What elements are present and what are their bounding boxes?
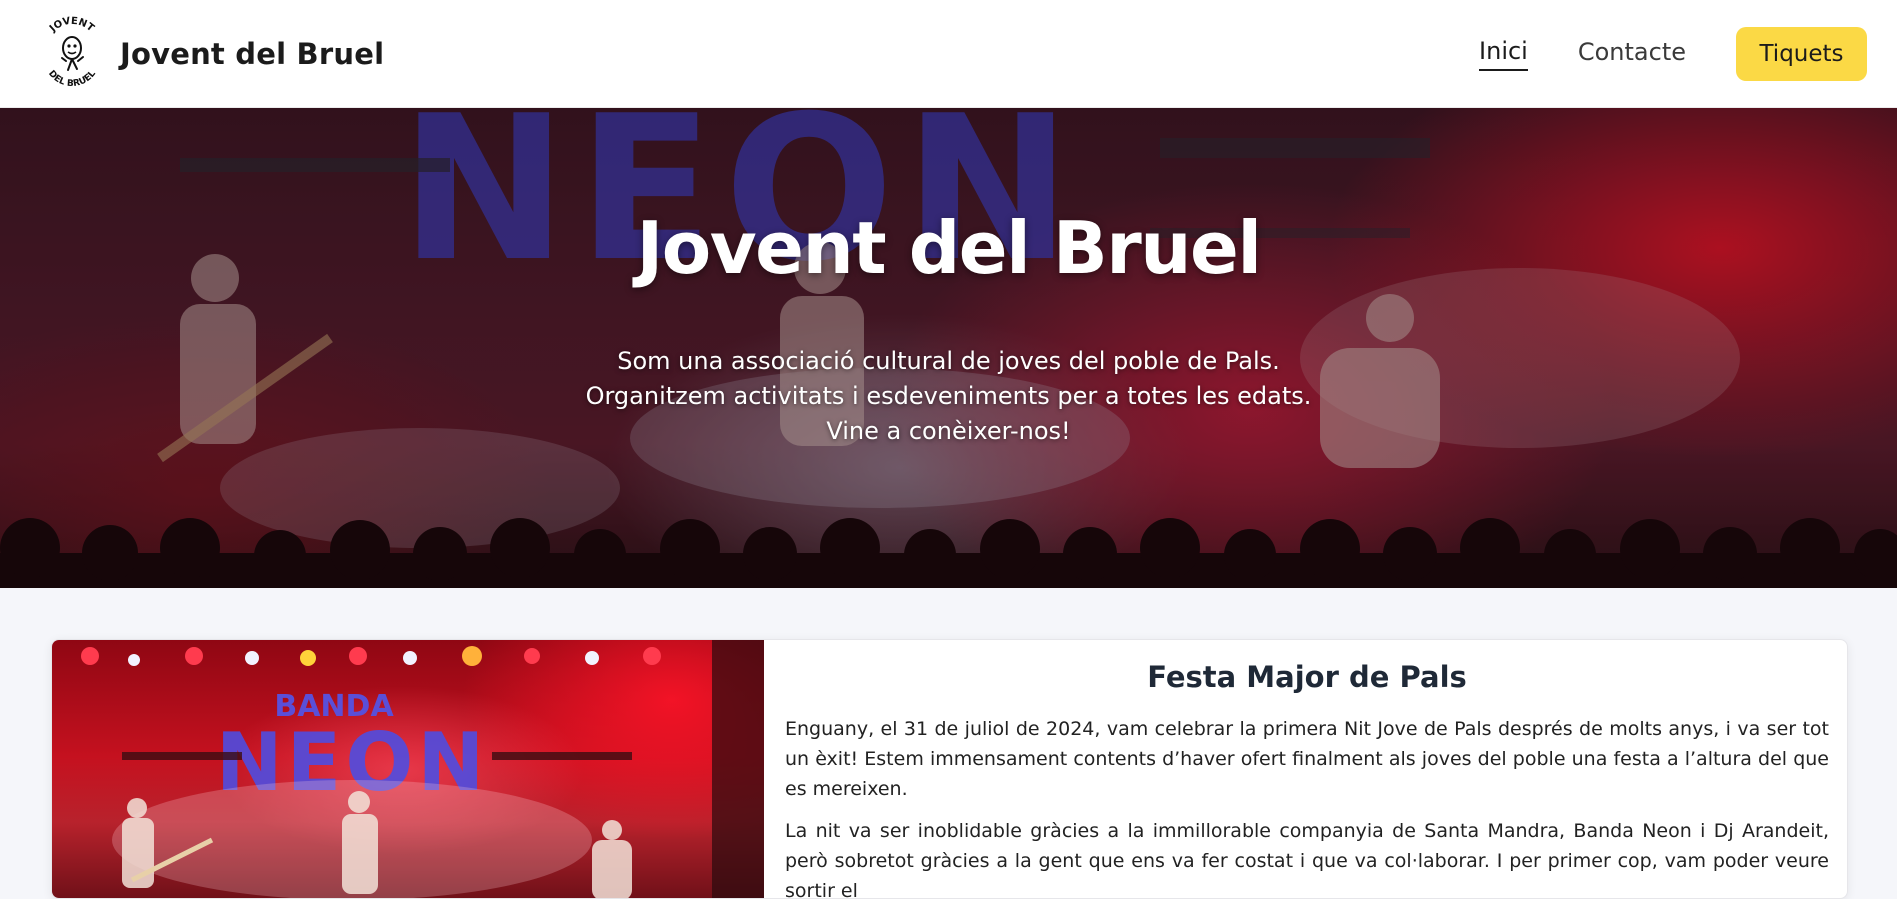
- logo-mascot-icon: JOVENT DEL BRUEL: [46, 16, 98, 89]
- event-card-body: Festa Major de Pals Enguany, el 31 de ju…: [785, 640, 1829, 899]
- hero-banner: NEON Jovent del Bruel Som una associació…: [0, 108, 1897, 588]
- hero-line: Som una associació cultural de joves del…: [617, 347, 1280, 375]
- svg-text:JOVENT: JOVENT: [47, 16, 96, 35]
- hero-line: Vine a conèixer-nos!: [826, 417, 1071, 445]
- navbar: JOVENT DEL BRUEL Jovent del Bruel Inici …: [0, 0, 1897, 108]
- logo[interactable]: JOVENT DEL BRUEL: [38, 14, 106, 94]
- event-title: Festa Major de Pals: [1147, 660, 1467, 694]
- svg-text:DEL BRUEL: DEL BRUEL: [46, 69, 98, 89]
- brand[interactable]: JOVENT DEL BRUEL Jovent del Bruel: [38, 14, 384, 94]
- event-card: BANDA NEON Festa Major de Pals Enguany, …: [51, 639, 1848, 899]
- brand-name[interactable]: Jovent del Bruel: [120, 37, 384, 71]
- concert-photo: BANDA NEON: [81, 640, 764, 898]
- event-paragraph: Enguany, el 31 de juliol de 2024, vam ce…: [785, 718, 1829, 800]
- event-card-image: BANDA NEON: [52, 640, 764, 898]
- hero-description: Som una associació cultural de joves del…: [0, 344, 1897, 449]
- main-nav: Inici Contacte Tiquets: [1479, 26, 1867, 82]
- tickets-button[interactable]: Tiquets: [1736, 27, 1867, 81]
- event-paragraph: La nit va ser inoblidable gràcies a la i…: [785, 820, 1829, 899]
- hero-title: Jovent del Bruel: [636, 206, 1262, 290]
- nav-link-contacte[interactable]: Contacte: [1578, 38, 1686, 70]
- hero-line: Organitzem activitats i esdeveniments pe…: [585, 382, 1312, 410]
- nav-link-inici[interactable]: Inici: [1479, 37, 1528, 71]
